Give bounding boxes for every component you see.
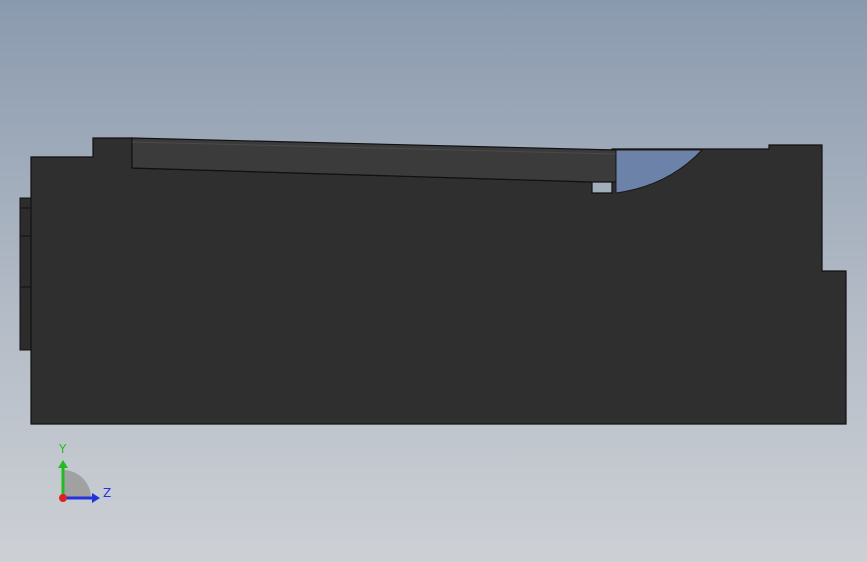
y-axis-label: Y [59,442,67,456]
y-axis-arrow [58,460,68,468]
part-model[interactable] [0,0,867,562]
triad-arc [63,470,91,498]
z-axis-label: Z [103,486,112,500]
main-body[interactable] [30,137,847,425]
3d-viewport[interactable]: Y Z [0,0,867,562]
x-axis-dot [59,494,67,502]
left-stub [19,197,32,351]
z-axis-arrow [92,493,100,503]
